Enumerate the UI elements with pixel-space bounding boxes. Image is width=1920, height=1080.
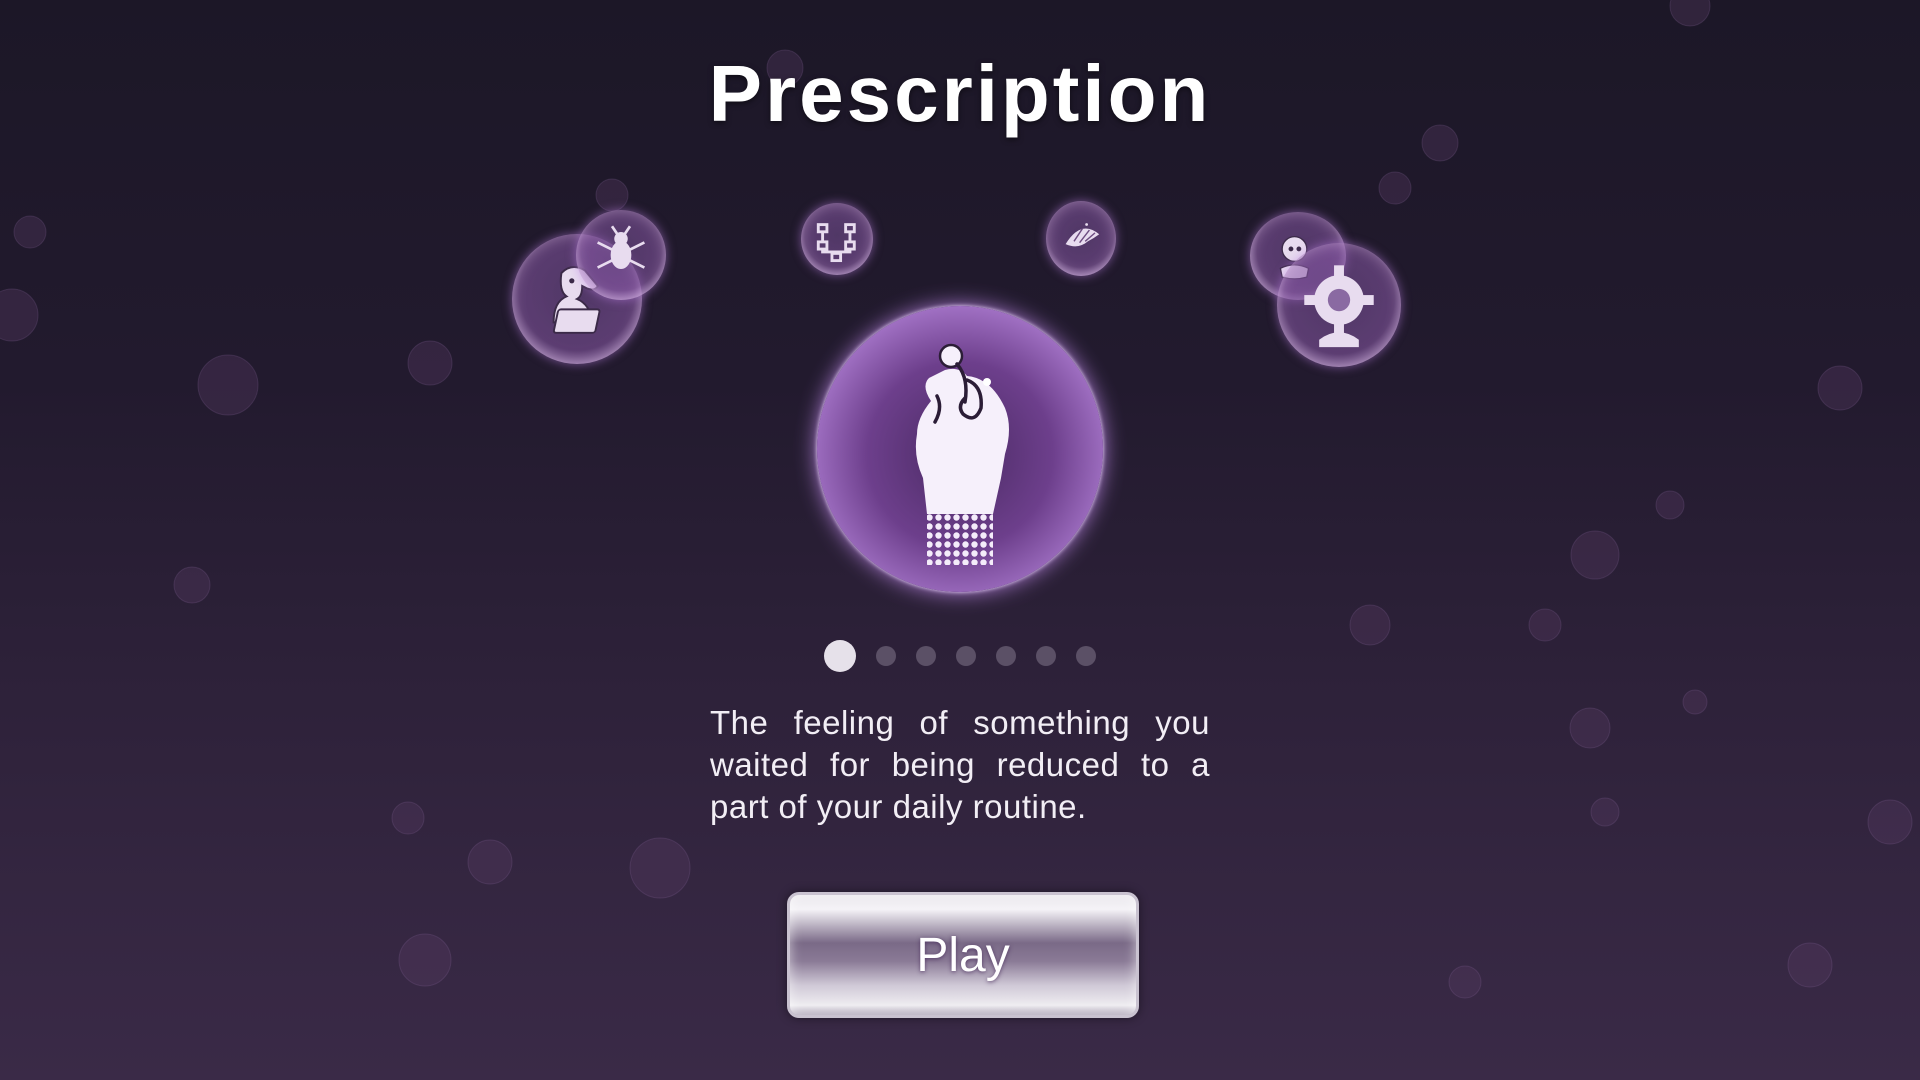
page-dot-5[interactable] <box>996 646 1016 666</box>
screen-title: Prescription <box>708 49 1212 138</box>
level-orb-gear[interactable] <box>1277 243 1401 367</box>
level-orb-insect[interactable] <box>576 210 666 300</box>
play-button[interactable]: Play <box>787 892 1139 1018</box>
level-orb-flowchart[interactable] <box>801 203 873 275</box>
gear-wheel-icon <box>1304 265 1374 348</box>
page-dot-1[interactable] <box>824 640 856 672</box>
flowchart-icon <box>816 223 856 263</box>
level-description: The feeling of something you waited for … <box>710 704 1210 825</box>
featured-level-orb[interactable] <box>817 306 1103 592</box>
page-dot-7[interactable] <box>1076 646 1096 666</box>
pagination-dots <box>0 640 1920 672</box>
play-button-label: Play <box>916 928 1010 982</box>
page-dot-6[interactable] <box>1036 646 1056 666</box>
page-dot-2[interactable] <box>876 646 896 666</box>
level-orb-fan[interactable] <box>1046 201 1116 276</box>
hand-holding-pill-icon <box>915 343 1009 565</box>
page-dot-4[interactable] <box>956 646 976 666</box>
page-dot-3[interactable] <box>916 646 936 666</box>
fan-icon <box>1065 223 1100 247</box>
insect-icon <box>596 225 646 269</box>
